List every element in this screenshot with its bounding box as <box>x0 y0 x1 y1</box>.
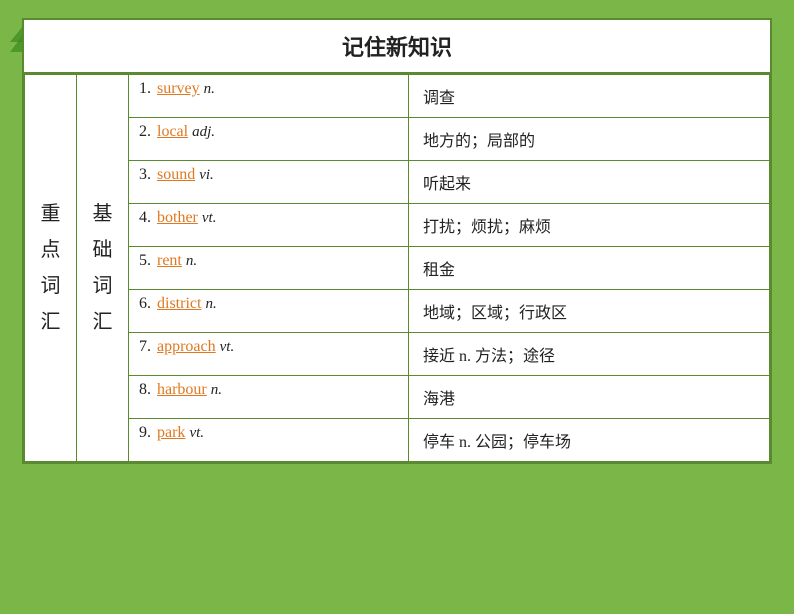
meaning-cell-8: 海港 <box>409 376 770 419</box>
entry-row-7: 7. approach vt. <box>129 333 408 375</box>
entry-cell-4: 4. bother vt. <box>129 204 409 247</box>
pos-2: adj. <box>192 124 215 141</box>
pos-3: vi. <box>199 167 214 184</box>
sub-category: 基础词汇 <box>77 75 129 462</box>
word-6: district <box>157 295 201 313</box>
meaning-row-5: 租金 <box>409 247 769 289</box>
word-4: bother <box>157 209 198 227</box>
entry-row-6: 6. district n. <box>129 290 408 332</box>
word-2: local <box>157 123 188 141</box>
entry-cell-6: 6. district n. <box>129 290 409 333</box>
meaning-cell-2: 地方的；局部的 <box>409 118 770 161</box>
word-8: harbour <box>157 381 207 399</box>
main-category-label: 重点词汇 <box>41 203 61 333</box>
entry-row-3: 3. sound vi. <box>129 161 408 203</box>
pos-8: n. <box>211 382 222 399</box>
pos-1: n. <box>204 81 215 98</box>
entry-cell-2: 2. local adj. <box>129 118 409 161</box>
entry-cell-7: 7. approach vt. <box>129 333 409 376</box>
meaning-row-2: 地方的；局部的 <box>409 118 769 160</box>
entry-row-4: 4. bother vt. <box>129 204 408 246</box>
entry-cell-9: 9. park vt. <box>129 419 409 462</box>
word-7: approach <box>157 338 216 356</box>
entry-cell-1: 1. survey n. <box>129 75 409 118</box>
meaning-row-7: 接近 n. 方法；途径 <box>409 333 769 375</box>
meaning-cell-5: 租金 <box>409 247 770 290</box>
meaning-cell-4: 打扰；烦扰；麻烦 <box>409 204 770 247</box>
meaning-row-1: 调查 <box>409 75 769 117</box>
entry-cell-5: 5. rent n. <box>129 247 409 290</box>
pos-5: n. <box>186 253 197 270</box>
pos-6: n. <box>205 296 216 313</box>
word-3: sound <box>157 166 195 184</box>
entry-cell-8: 8. harbour n. <box>129 376 409 419</box>
meaning-row-8: 海港 <box>409 376 769 418</box>
vocab-table: 重点词汇 基础词汇 1. survey n. 调查 <box>24 74 770 462</box>
meaning-cell-1: 调查 <box>409 75 770 118</box>
word-5: rent <box>157 252 182 270</box>
entry-row-1: 1. survey n. <box>129 75 408 117</box>
meaning-cell-6: 地域；区域；行政区 <box>409 290 770 333</box>
pos-9: vt. <box>189 425 204 442</box>
word-1: survey <box>157 80 200 98</box>
meaning-row-4: 打扰；烦扰；麻烦 <box>409 204 769 246</box>
entry-row-8: 8. harbour n. <box>129 376 408 418</box>
meaning-row-9: 停车 n. 公园；停车场 <box>409 419 769 461</box>
meaning-row-6: 地域；区域；行政区 <box>409 290 769 332</box>
card-title: 记住新知识 <box>24 20 770 74</box>
entry-cell-3: 3. sound vi. <box>129 161 409 204</box>
entry-row-2: 2. local adj. <box>129 118 408 160</box>
main-category: 重点词汇 <box>25 75 77 462</box>
entry-row-9: 9. park vt. <box>129 419 408 461</box>
meaning-row-3: 听起来 <box>409 161 769 203</box>
meaning-cell-9: 停车 n. 公园；停车场 <box>409 419 770 462</box>
entry-row-5: 5. rent n. <box>129 247 408 289</box>
meaning-cell-7: 接近 n. 方法；途径 <box>409 333 770 376</box>
main-card: 记住新知识 重点词汇 基础词汇 1. survey n. <box>22 18 772 464</box>
pos-4: vt. <box>202 210 217 227</box>
word-9: park <box>157 424 185 442</box>
pos-7: vt. <box>220 339 235 356</box>
sub-category-label: 基础词汇 <box>93 203 113 333</box>
meaning-cell-3: 听起来 <box>409 161 770 204</box>
